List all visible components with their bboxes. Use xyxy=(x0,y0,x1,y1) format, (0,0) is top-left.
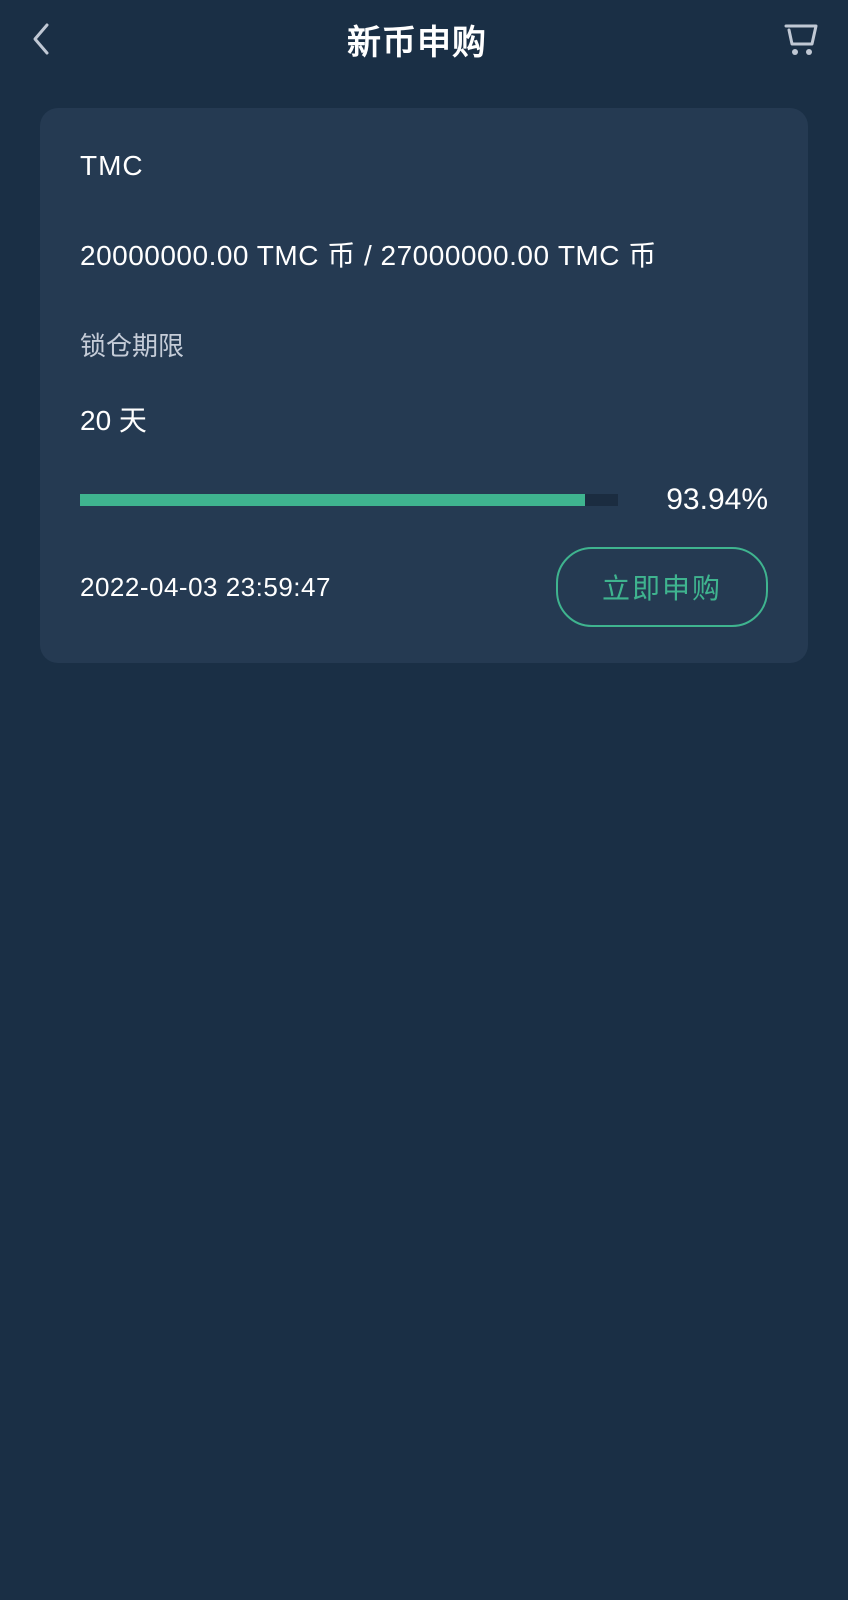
progress-row: 93.94% xyxy=(80,483,768,517)
bottom-row: 2022-04-03 23:59:47 立即申购 xyxy=(80,547,768,627)
back-icon[interactable] xyxy=(26,19,54,59)
subscription-card: TMC 20000000.00 TMC 币 / 27000000.00 TMC … xyxy=(40,108,808,663)
apply-button[interactable]: 立即申购 xyxy=(556,547,768,627)
cart-icon[interactable] xyxy=(780,17,824,61)
lock-period-value: 20 天 xyxy=(80,399,768,439)
coin-name: TMC xyxy=(80,150,768,182)
progress-fill xyxy=(80,494,585,506)
lock-period-label: 锁仓期限 xyxy=(80,326,768,363)
header: 新币申购 xyxy=(0,0,848,78)
page-title: 新币申购 xyxy=(347,15,487,64)
timestamp: 2022-04-03 23:59:47 xyxy=(80,572,331,603)
content-area: TMC 20000000.00 TMC 币 / 27000000.00 TMC … xyxy=(0,78,848,663)
amount-text: 20000000.00 TMC 币 / 27000000.00 TMC 币 xyxy=(80,234,768,274)
progress-track xyxy=(80,494,618,506)
progress-percent: 93.94% xyxy=(648,483,768,517)
